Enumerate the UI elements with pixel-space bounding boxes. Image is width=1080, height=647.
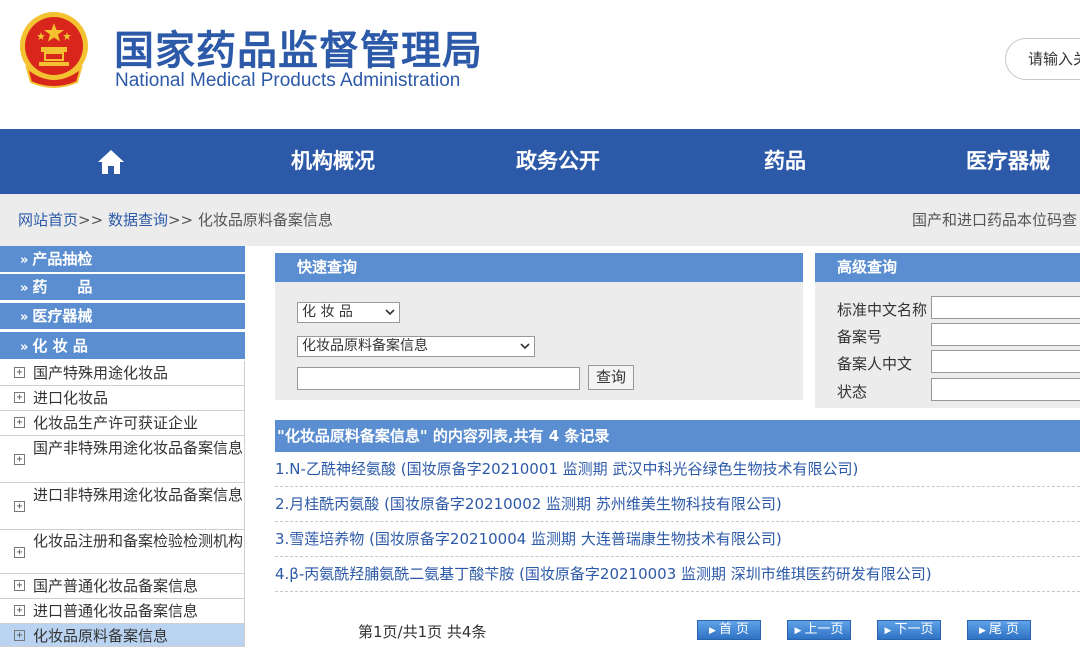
sidebar-category-sampling[interactable]: » 产品抽检	[0, 246, 245, 273]
filer-chinese-input[interactable]	[931, 350, 1080, 373]
nav-item-gov-affairs[interactable]: 政务公开	[516, 129, 600, 194]
expand-plus-icon: +	[14, 367, 25, 378]
breadcrumb: 网站首页>> 数据查询>> 化妆品原料备案信息	[18, 194, 333, 246]
sidebar-category-label: 化 妆 品	[32, 337, 88, 355]
sidebar-item-testing-institutions[interactable]: + 化妆品注册和备案检验检测机构	[0, 530, 245, 574]
play-arrow-icon: ▶	[708, 626, 716, 636]
sidebar-item-domestic-nonspecial[interactable]: + 国产非特殊用途化妆品备案信息	[0, 436, 245, 483]
nav-item-org[interactable]: 机构概况	[291, 129, 375, 194]
nav-item-medical-devices[interactable]: 医疗器械	[966, 129, 1050, 194]
category-select-value: 化 妆 品	[302, 304, 353, 320]
expand-plus-icon: +	[14, 454, 25, 465]
sidebar-category-devices[interactable]: » 医疗器械	[0, 303, 245, 330]
sidebar-item-label: 化妆品生产许可获证企业	[33, 414, 199, 432]
sidebar-item-raw-material-filing[interactable]: + 化妆品原料备案信息	[0, 624, 245, 647]
site-title-cn: 国家药品监督管理局	[114, 28, 483, 74]
expand-plus-icon: +	[14, 392, 25, 403]
sidebar-item-label: 进口非特殊用途化妆品备案信息	[33, 486, 244, 504]
site-search-input[interactable]: 请输入关	[1005, 38, 1080, 80]
database-select[interactable]: 化妆品原料备案信息	[297, 336, 535, 357]
sidebar-item-domestic-ordinary[interactable]: + 国产普通化妆品备案信息	[0, 574, 245, 599]
left-sidebar: » 产品抽检 » 药 品 » 医疗器械 » 化 妆 品 + 国产特殊用途化妆品 + 进口…	[0, 246, 245, 647]
filing-number-input[interactable]	[931, 323, 1080, 346]
site-title-en: National Medical Products Administration	[115, 70, 461, 91]
breadcrumb-current: 化妆品原料备案信息	[197, 211, 333, 229]
drug-code-query-link[interactable]: 国产和进口药品本位码查	[912, 194, 1077, 246]
expand-plus-icon: +	[14, 501, 25, 512]
expand-plus-icon: +	[14, 547, 25, 558]
label-filing-number: 备案号	[837, 328, 883, 346]
play-arrow-icon: ▶	[794, 626, 802, 636]
sidebar-category-cosmetics[interactable]: » 化 妆 品	[0, 332, 245, 360]
home-icon[interactable]	[97, 149, 125, 175]
expand-plus-icon: +	[14, 630, 25, 641]
sidebar-item-label: 进口化妆品	[33, 389, 109, 407]
double-chevron-icon: »	[20, 340, 29, 355]
pagination-info: 第1页/共1页 共4条	[358, 623, 487, 641]
double-chevron-icon: »	[20, 310, 29, 325]
advanced-search-title: 高级查询	[815, 253, 1080, 282]
sidebar-category-label: 药 品	[32, 278, 93, 296]
prev-page-label: 上一页	[804, 622, 844, 637]
sidebar-item-imported-ordinary[interactable]: + 进口普通化妆品备案信息	[0, 599, 245, 624]
chevron-down-icon	[385, 309, 395, 316]
prev-page-button[interactable]: ▶ 上一页	[787, 620, 851, 640]
label-standard-chinese-name: 标准中文名称	[837, 301, 928, 319]
first-page-button[interactable]: ▶ 首 页	[697, 620, 761, 640]
sidebar-item-label: 国产普通化妆品备案信息	[33, 577, 199, 595]
sidebar-item-imported[interactable]: + 进口化妆品	[0, 386, 245, 411]
result-row[interactable]: 2.月桂酰丙氨酸 (国妆原备字20210002 监测期 苏州维美生物科技有限公司…	[275, 487, 1080, 522]
last-page-label: 尾 页	[988, 622, 1020, 637]
last-page-button[interactable]: ▶ 尾 页	[967, 620, 1031, 640]
sidebar-item-label: 国产非特殊用途化妆品备案信息	[33, 439, 244, 457]
sidebar-category-label: 产品抽检	[32, 250, 93, 268]
result-row[interactable]: 3.雪莲培养物 (国妆原备字20210004 监测期 大连普瑞康生物技术有限公司…	[275, 522, 1080, 557]
result-row[interactable]: 4.β-丙氨酰羟脯氨酰二氨基丁酸苄胺 (国妆原备字20210003 监测期 深圳…	[275, 557, 1080, 592]
quick-search-title: 快速查询	[275, 253, 803, 282]
next-page-button[interactable]: ▶ 下一页	[877, 620, 941, 640]
sidebar-item-label: 国产特殊用途化妆品	[33, 364, 169, 382]
query-button[interactable]: 查询	[588, 365, 634, 390]
sidebar-item-label: 化妆品注册和备案检验检测机构	[33, 532, 244, 550]
expand-plus-icon: +	[14, 417, 25, 428]
breadcrumb-home-link[interactable]: 网站首页	[18, 211, 78, 229]
chevron-down-icon	[520, 343, 530, 350]
label-status: 状态	[837, 383, 868, 401]
play-arrow-icon: ▶	[978, 626, 986, 636]
sidebar-category-label: 医疗器械	[32, 307, 93, 325]
main-nav: 机构概况 政务公开 药品 医疗器械	[0, 129, 1080, 194]
label-filer-chinese: 备案人中文	[837, 355, 913, 373]
standard-chinese-name-input[interactable]	[931, 296, 1080, 319]
nav-item-drugs[interactable]: 药品	[764, 129, 806, 194]
results-header: "化妆品原料备案信息" 的内容列表,共有 4 条记录	[275, 420, 1080, 452]
category-select[interactable]: 化 妆 品	[297, 302, 400, 323]
breadcrumb-bar: 网站首页>> 数据查询>> 化妆品原料备案信息 国产和进口药品本位码查	[0, 194, 1080, 246]
quick-search-input[interactable]	[297, 367, 580, 390]
database-select-value: 化妆品原料备案信息	[302, 338, 428, 354]
double-chevron-icon: »	[20, 253, 29, 268]
site-header: 国家药品监督管理局 National Medical Products Admi…	[0, 0, 1080, 129]
first-page-label: 首 页	[718, 622, 750, 637]
double-chevron-icon: »	[20, 281, 29, 296]
status-input[interactable]	[931, 378, 1080, 401]
sidebar-item-license-enterprises[interactable]: + 化妆品生产许可获证企业	[0, 411, 245, 436]
expand-plus-icon: +	[14, 605, 25, 616]
sidebar-category-drugs[interactable]: » 药 品	[0, 274, 245, 301]
expand-plus-icon: +	[14, 580, 25, 591]
breadcrumb-separator: >>	[167, 211, 194, 229]
sidebar-item-domestic-special[interactable]: + 国产特殊用途化妆品	[0, 361, 245, 386]
breadcrumb-separator: >>	[78, 211, 104, 229]
next-page-label: 下一页	[894, 622, 934, 637]
sidebar-item-imported-nonspecial[interactable]: + 进口非特殊用途化妆品备案信息	[0, 483, 245, 530]
national-emblem-icon	[20, 12, 88, 88]
result-row[interactable]: 1.N-乙酰神经氨酸 (国妆原备字20210001 监测期 武汉中科光谷绿色生物…	[275, 452, 1080, 487]
play-arrow-icon: ▶	[884, 626, 892, 636]
breadcrumb-data-query-link[interactable]: 数据查询	[108, 211, 168, 229]
sidebar-item-label: 进口普通化妆品备案信息	[33, 602, 199, 620]
sidebar-item-label: 化妆品原料备案信息	[33, 627, 169, 645]
